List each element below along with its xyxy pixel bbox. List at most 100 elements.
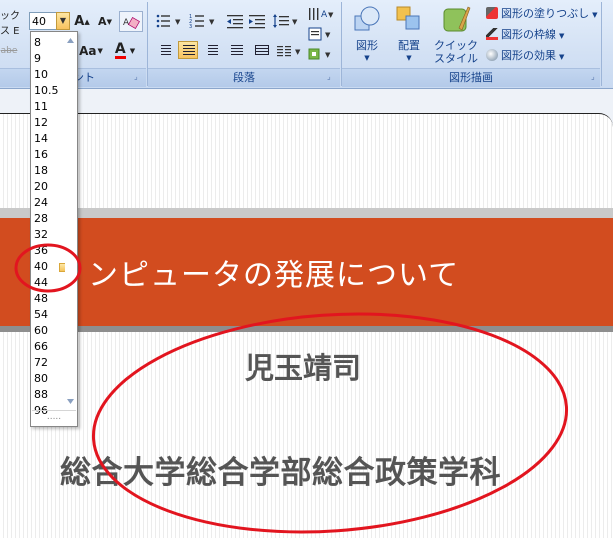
shapes-button[interactable]: 図形 ▼ <box>347 4 387 65</box>
font-size-option[interactable]: 28 <box>32 211 67 227</box>
justify-icon <box>231 45 243 55</box>
font-size-option[interactable]: 24 <box>32 195 67 211</box>
font-color-button[interactable]: A ▼ <box>108 41 142 60</box>
svg-text:▼: ▼ <box>325 51 331 59</box>
align-text-icon: ▼ <box>308 27 331 40</box>
shape-fill-button[interactable]: 図形の塗りつぶし ▼ <box>486 5 598 23</box>
ribbon: ックス E 40 ▼ A▲ A▼ A abe Aa▼ A▼ フォント ⌟ ▼ 1… <box>0 0 613 89</box>
shape-fill-label: 図形の塗りつぶし <box>501 7 590 20</box>
font-size-option[interactable]: 48 <box>32 291 67 307</box>
font-name-combobox[interactable]: ックス E <box>0 11 28 37</box>
arrange-button[interactable]: 配置 ▼ <box>389 4 429 65</box>
align-left-button[interactable] <box>156 41 176 59</box>
increase-indent-button[interactable] <box>247 11 267 30</box>
distribute-button[interactable] <box>250 41 270 59</box>
clear-formatting-icon: A <box>123 16 140 29</box>
clear-formatting-button[interactable]: A <box>119 11 143 32</box>
font-size-dropdown-list[interactable]: 8 9 10 10.5 11 12 14 16 18 20 24 28 32 36 40 44 48 54 60 66… <box>30 31 78 427</box>
font-size-option[interactable]: 9 <box>32 51 67 67</box>
font-size-option[interactable]: 44 <box>32 275 67 291</box>
arrange-label: 配置 <box>398 39 420 52</box>
font-size-option[interactable]: 72 <box>32 355 67 371</box>
font-dialog-launcher-icon[interactable]: ⌟ <box>134 72 138 81</box>
svg-text:▼: ▼ <box>295 48 301 56</box>
text-direction-button[interactable]: A ▼ <box>307 4 335 23</box>
dropdown-resize-grip[interactable]: ..... <box>32 410 76 425</box>
text-direction-icon: A ▼ <box>309 7 334 20</box>
drawing-dialog-launcher-icon[interactable]: ⌟ <box>591 72 595 81</box>
svg-text:▼: ▼ <box>175 18 181 26</box>
shape-effects-button[interactable]: 図形の効果 ▼ <box>486 47 564 65</box>
bullets-icon: ▼ <box>156 14 181 27</box>
shrink-font-icon: A <box>98 15 107 28</box>
svg-text:▼: ▼ <box>209 18 215 26</box>
svg-text:A: A <box>123 18 130 28</box>
font-size-option[interactable]: 66 <box>32 339 67 355</box>
decrease-indent-icon <box>227 14 243 28</box>
shapes-label: 図形 <box>356 39 378 52</box>
slide-title[interactable]: ンピュータの発展について <box>88 250 459 294</box>
align-center-button[interactable] <box>178 41 198 59</box>
scroll-up-icon[interactable] <box>67 38 74 43</box>
font-size-option[interactable]: 10 <box>32 67 67 83</box>
title-band-bottom <box>0 326 613 332</box>
align-right-icon <box>208 45 218 55</box>
title-band-top <box>0 208 613 218</box>
increase-indent-icon <box>249 14 265 28</box>
strikethrough-button[interactable]: abe <box>0 41 18 60</box>
font-size-option[interactable]: 88 <box>32 387 67 403</box>
font-size-input[interactable]: 40 <box>29 12 59 30</box>
font-size-option[interactable]: 32 <box>32 227 67 243</box>
font-size-dropdown-button[interactable]: ▼ <box>56 12 70 30</box>
shrink-font-button[interactable]: A ▼ <box>95 12 115 31</box>
align-right-button[interactable] <box>201 41 221 59</box>
font-size-option[interactable]: 20 <box>32 179 67 195</box>
change-case-button[interactable]: Aa ▼ <box>78 41 104 60</box>
svg-text:3: 3 <box>189 24 192 29</box>
align-left-icon <box>161 45 171 55</box>
slide-author[interactable]: 児玉靖司 <box>245 345 361 387</box>
bullets-button[interactable]: ▼ <box>154 11 186 30</box>
align-text-button[interactable]: ▼ <box>307 24 335 43</box>
font-size-option[interactable]: 10.5 <box>32 83 67 99</box>
grow-font-button[interactable]: A ▲ <box>72 12 92 31</box>
change-case-icon: Aa <box>79 43 97 58</box>
align-center-icon <box>183 45 195 55</box>
line-spacing-icon: ▼ <box>273 13 298 28</box>
font-size-option[interactable]: 8 <box>32 35 67 51</box>
justify-button[interactable] <box>226 41 246 59</box>
numbering-button[interactable]: 1 2 3 ▼ <box>188 11 220 30</box>
columns-icon: ▼ <box>277 45 301 56</box>
group-separator <box>601 2 602 86</box>
font-size-option[interactable]: 18 <box>32 163 67 179</box>
line-spacing-button[interactable]: ▼ <box>272 11 302 30</box>
arrange-icon <box>396 6 420 30</box>
scroll-down-icon[interactable] <box>67 399 74 404</box>
numbering-icon: 1 2 3 ▼ <box>189 14 215 29</box>
quick-styles-label: クイック <box>434 39 478 52</box>
paint-bucket-icon <box>486 7 498 19</box>
font-color-icon: A <box>114 41 126 59</box>
shape-effects-label: 図形の効果 <box>501 49 556 62</box>
shape-outline-label: 図形の枠線 <box>501 28 556 41</box>
svg-text:▼: ▼ <box>325 31 331 39</box>
font-size-option[interactable]: 11 <box>32 99 67 115</box>
paragraph-dialog-launcher-icon[interactable]: ⌟ <box>327 72 331 81</box>
smartart-convert-button[interactable]: ▼ <box>307 44 335 63</box>
columns-button[interactable]: ▼ <box>275 41 305 60</box>
shapes-icon <box>354 6 380 31</box>
font-size-option[interactable]: 14 <box>32 131 67 147</box>
slide-affiliation[interactable]: 総合大学総合学部総合政策学科 <box>60 447 501 492</box>
font-size-option[interactable]: 12 <box>32 115 67 131</box>
font-size-option[interactable]: 80 <box>32 371 67 387</box>
font-size-option[interactable]: 60 <box>32 323 67 339</box>
shape-outline-button[interactable]: 図形の枠線 ▼ <box>486 26 564 44</box>
grow-font-icon: A <box>74 14 85 29</box>
distribute-icon <box>255 45 269 55</box>
effects-icon <box>486 49 498 61</box>
font-size-option[interactable]: 36 <box>32 243 67 259</box>
font-size-option[interactable]: 54 <box>32 307 67 323</box>
decrease-indent-button[interactable] <box>225 11 245 30</box>
font-size-option[interactable]: 16 <box>32 147 67 163</box>
dropdown-scrollbar[interactable] <box>65 33 76 409</box>
